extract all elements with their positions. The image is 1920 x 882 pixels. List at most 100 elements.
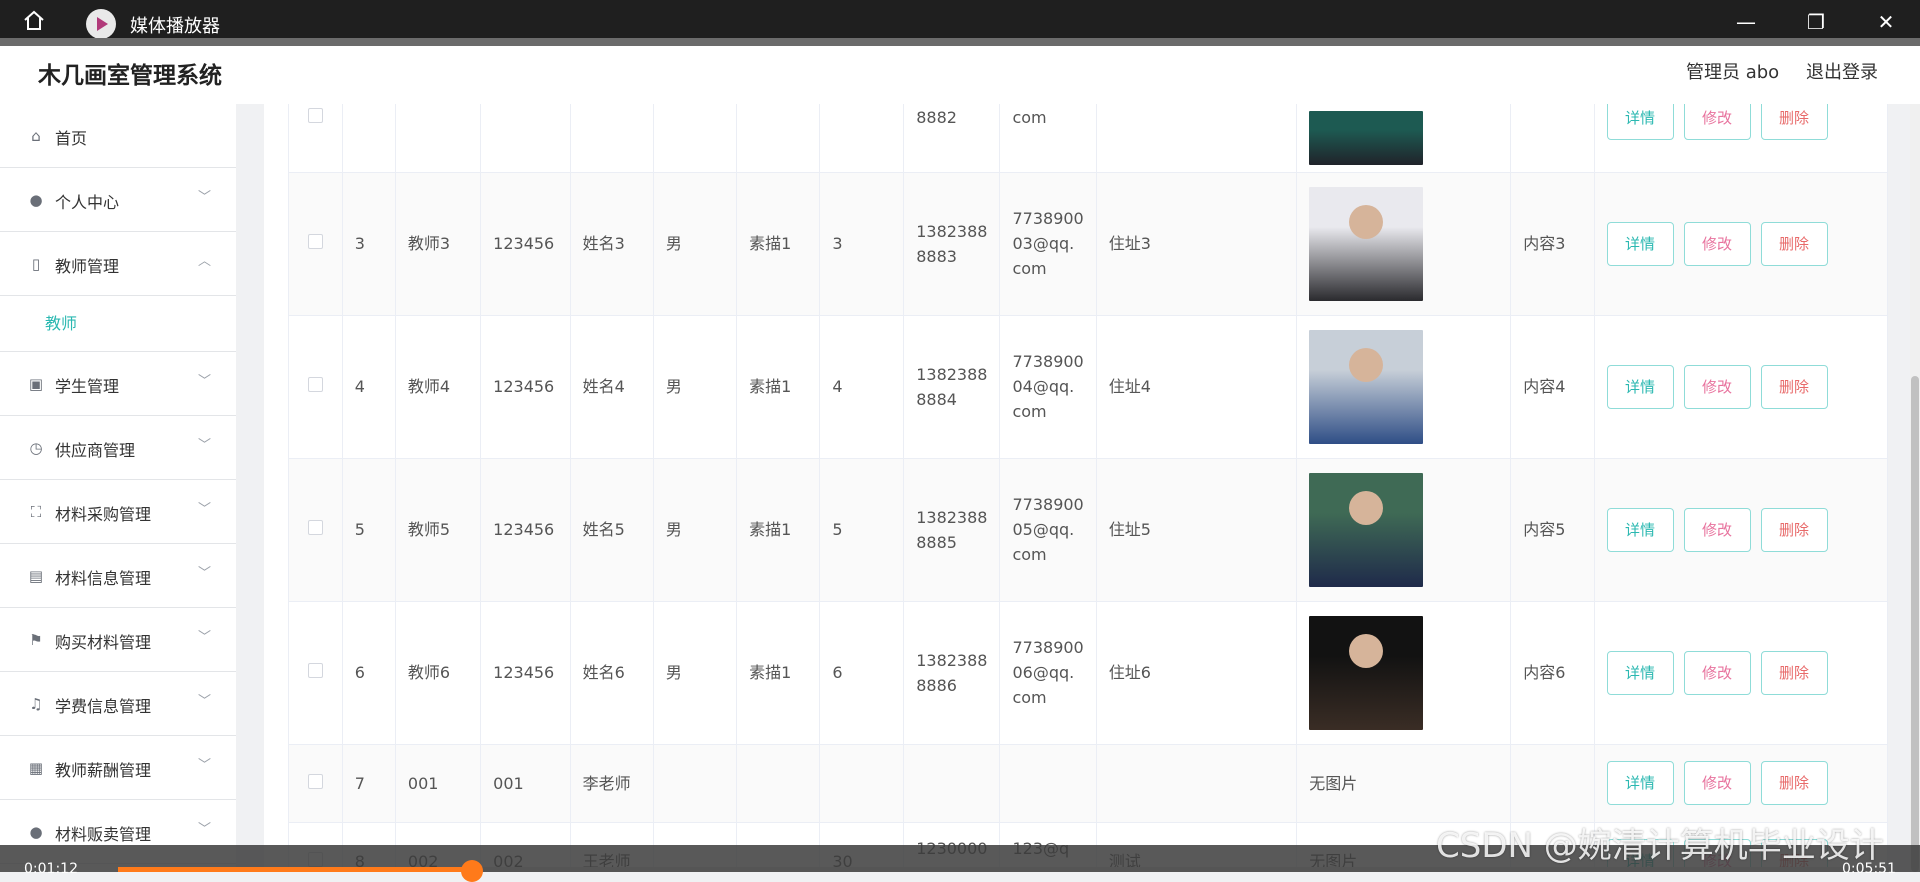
row-checkbox[interactable] [307,377,323,392]
cell-pwd: 123456 [480,458,571,602]
cell-age [819,744,905,823]
sidebar-item-8[interactable]: ⚑ 购买材料管理 ﹀ [0,608,236,672]
cell-account: 001 [395,744,482,823]
cell-email: 7738900 06@qq. com [999,601,1097,745]
delete-button[interactable]: 删除 [1760,221,1828,266]
cell-photo [1296,601,1512,745]
grid-icon: ▦ [28,759,44,777]
cell-no [342,104,396,173]
detail-button[interactable]: 详情 [1606,364,1674,409]
sidebar-item-5[interactable]: ◷ 供应商管理 ﹀ [0,416,236,480]
scrollbar-thumb[interactable] [1911,376,1919,872]
cell-account [395,104,482,173]
age-text: 3 [832,234,843,253]
edit-button[interactable]: 修改 [1683,104,1751,140]
page-scrollbar[interactable] [1910,104,1920,872]
sidebar-item-label: 首页 [55,129,88,148]
sidebar-item-label: 供应商管理 [55,441,136,460]
chevron-down-icon: ﹀ [198,822,212,837]
content-text: 内容6 [1523,663,1566,682]
seek-handle[interactable] [461,860,484,882]
edit-button[interactable]: 修改 [1683,650,1751,695]
row-checkbox[interactable] [307,234,323,249]
sidebar-subitem-teacher[interactable]: 教师 [0,296,236,352]
edit-button[interactable]: 修改 [1683,761,1751,805]
detail-button[interactable]: 详情 [1606,507,1674,552]
sidebar-item-2[interactable]: ▯ 教师管理 ︿ [0,232,236,296]
delete-button[interactable]: 删除 [1760,507,1828,552]
sidebar: ⌂ 首页 ● 个人中心 ﹀ ▯ 教师管理 ︿ 教师 ▣ 学生管理 ﹀ ◷ 供应商管理 ﹀ ⛶ 材料采购管理 ﹀ ▤ 材… [0,104,236,872]
row-checkbox[interactable] [307,108,323,124]
cell-major [736,744,821,823]
cell-age: 6 [819,601,905,745]
cell-addr: 住址4 [1096,315,1298,459]
account-text: 教师4 [407,377,451,396]
row-checkbox[interactable] [307,773,323,789]
cell-photo [1296,104,1512,173]
cell-phone: 1382388 8884 [903,315,1001,459]
cell-no: 6 [342,601,396,745]
table-row: 7 001 001 李老师 无图片 详情 修改 删除 [288,744,1888,823]
cell-major [736,104,821,173]
cell-addr: 住址6 [1096,601,1298,745]
delete-button[interactable]: 删除 [1760,104,1828,140]
teacher2-photo[interactable] [1309,110,1424,165]
teacher6-photo[interactable] [1309,615,1424,730]
detail-button[interactable]: 详情 [1606,221,1674,266]
sidebar-item-0[interactable]: ⌂ 首页 [0,104,236,168]
delete-button[interactable]: 删除 [1760,761,1828,805]
cell-pwd: 123456 [480,172,571,316]
name-text: 姓名6 [582,663,625,682]
restore-icon[interactable]: ❐ [1796,8,1836,36]
sidebar-item-label: 材料信息管理 [55,569,152,588]
chevron-up-icon: ︿ [198,254,212,269]
edit-button[interactable]: 修改 [1683,507,1751,552]
cell-content: 内容3 [1510,172,1595,316]
minimize-icon[interactable]: — [1726,8,1766,36]
home-icon[interactable] [22,9,46,31]
email-text: 7738900 04@qq. com [1012,352,1084,421]
teacher5-photo[interactable] [1309,472,1424,587]
delete-button[interactable]: 删除 [1760,650,1828,695]
user-icon: ● [29,191,43,209]
teacher4-photo[interactable] [1309,329,1424,444]
admin-user-label[interactable]: 管理员 abo [1686,58,1779,84]
cell-gender: 男 [653,172,738,316]
age-text: 6 [832,663,843,682]
row-checkbox[interactable] [307,663,323,678]
logout-link[interactable]: 退出登录 [1806,58,1878,84]
seek-progress [118,867,473,872]
cell-content [1510,744,1595,823]
gender-text: 男 [665,520,682,539]
cell-actions: 详情修改删除 [1594,601,1888,745]
no-text: 5 [354,520,365,539]
chevron-down-icon: ﹀ [198,566,212,581]
detail-button[interactable]: 详情 [1606,761,1674,805]
no-text: 4 [354,377,365,396]
detail-button[interactable]: 详情 [1606,104,1674,140]
cell-actions: 详情修改删除 [1594,744,1888,823]
sidebar-item-7[interactable]: ▤ 材料信息管理 ﹀ [0,544,236,608]
cell-photo [1296,458,1512,602]
addr-text: 住址6 [1108,663,1151,682]
cell-pwd [480,104,571,173]
sidebar-item-9[interactable]: ♫ 学费信息管理 ﹀ [0,672,236,736]
sidebar-item-6[interactable]: ⛶ 材料采购管理 ﹀ [0,480,236,544]
delete-button[interactable]: 删除 [1760,364,1828,409]
sidebar-item-10[interactable]: ▦ 教师薪酬管理 ﹀ [0,736,236,800]
edit-button[interactable]: 修改 [1683,221,1751,266]
sidebar-item-1[interactable]: ● 个人中心 ﹀ [0,168,236,232]
chevron-down-icon: ﹀ [198,374,212,389]
teacher3-photo[interactable] [1309,186,1424,301]
detail-button[interactable]: 详情 [1606,650,1674,695]
close-icon[interactable]: ✕ [1866,8,1906,36]
select-cell [288,458,343,602]
email-text: 7738900 03@qq. com [1012,209,1084,278]
row-checkbox[interactable] [307,520,323,535]
sidebar-item-label: 学生管理 [55,377,120,396]
edit-button[interactable]: 修改 [1683,364,1751,409]
sidebar-item-4[interactable]: ▣ 学生管理 ﹀ [0,352,236,416]
major-text: 素描1 [749,520,792,539]
account-text: 教师6 [407,663,451,682]
media-player-app-icon [86,9,116,39]
